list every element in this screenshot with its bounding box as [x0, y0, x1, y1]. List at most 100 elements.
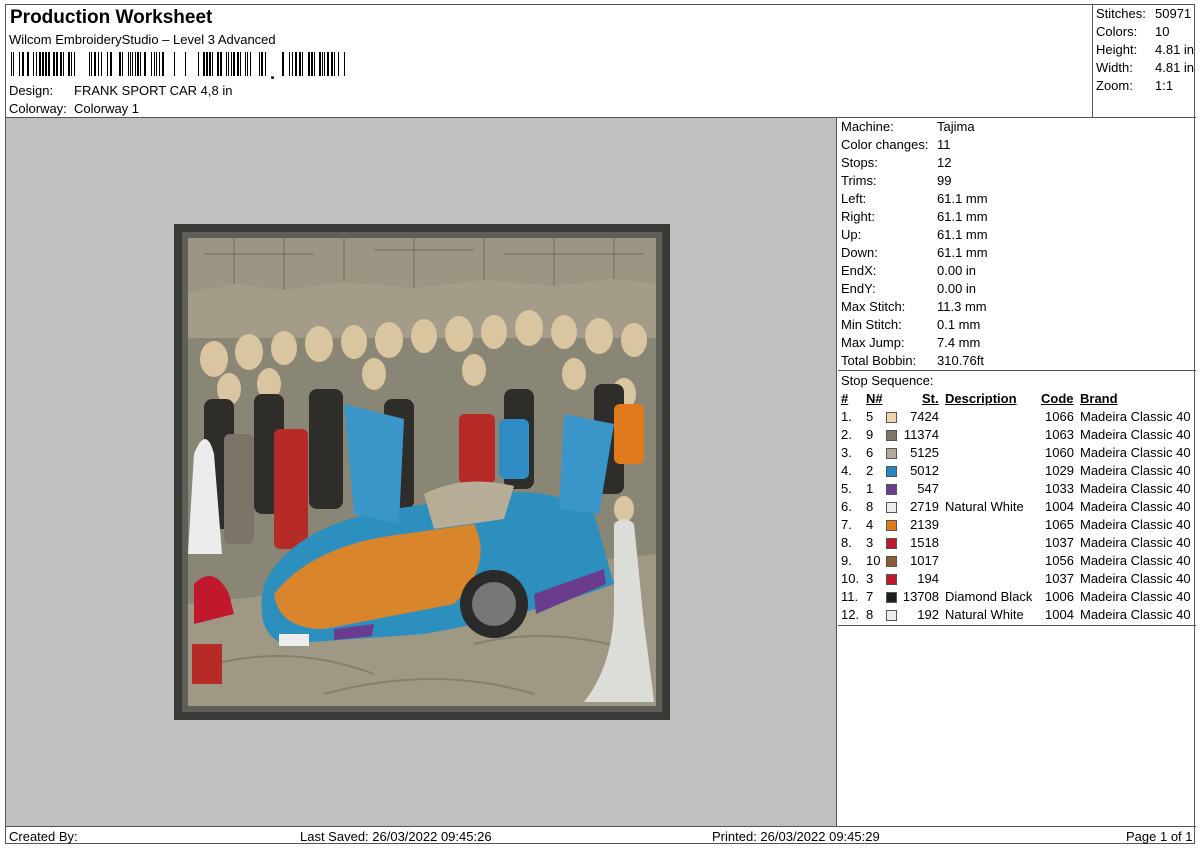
design-preview — [6, 118, 837, 826]
row-description: Natural White — [945, 499, 1024, 514]
row-stitches: 7424 — [910, 409, 939, 424]
color-swatch — [886, 484, 897, 495]
detail-up: Up: 61.1 mm — [841, 227, 988, 242]
row-needle: 3 — [866, 535, 874, 550]
table-row: 1. 5 7424 1066 Madeira Classic 40 — [838, 409, 1196, 427]
row-stitches: 5012 — [910, 463, 939, 478]
col-header-needle: N# — [866, 391, 883, 406]
detail-stops: Stops: 12 — [841, 155, 952, 170]
row-index: 10. — [841, 571, 860, 586]
row-index: 6. — [841, 499, 852, 514]
table-row: 10. 3 194 1037 Madeira Classic 40 — [838, 571, 1196, 589]
summary-stitches: Stitches: 50971 — [1096, 6, 1192, 21]
row-code: 1037 — [1045, 571, 1074, 586]
color-swatch — [886, 502, 897, 513]
page-number: Page 1 of 1 — [1126, 829, 1193, 844]
row-brand: Madeira Classic 40 — [1080, 427, 1191, 442]
printed-date: Printed: 26/03/2022 09:45:29 — [712, 829, 880, 844]
table-row: 6. 8 2719 Natural White 1004 Madeira Classic … — [838, 499, 1196, 517]
summary-height: Height: 4.81 in — [1096, 42, 1195, 57]
row-needle: 1 — [866, 481, 874, 496]
color-swatch — [886, 466, 897, 477]
row-brand: Madeira Classic 40 — [1080, 409, 1191, 424]
row-index: 5. — [841, 481, 852, 496]
detail-max-stitch: Max Stitch: 11.3 mm — [841, 299, 987, 314]
row-stitches: 194 — [917, 571, 939, 586]
col-header-brand: Brand — [1080, 391, 1118, 406]
row-index: 8. — [841, 535, 852, 550]
row-stitches: 547 — [917, 481, 939, 496]
detail-endx: EndX: 0.00 in — [841, 263, 977, 278]
design-label: Design: — [9, 83, 54, 98]
row-stitches: 1518 — [910, 535, 939, 550]
col-header-index: # — [841, 391, 849, 406]
row-needle: 8 — [866, 607, 874, 622]
row-code: 1063 — [1045, 427, 1074, 442]
row-stitches: 2139 — [910, 517, 939, 532]
detail-down: Down: 61.1 mm — [841, 245, 988, 260]
created-by: Created By: — [9, 829, 78, 844]
stop-sequence-title: Stop Sequence: — [841, 373, 934, 388]
row-stitches: 2719 — [910, 499, 939, 514]
row-needle: 8 — [866, 499, 874, 514]
stop-sequence-table: Stop Sequence: # N# St. Description Code… — [838, 370, 1196, 626]
summary-width: Width: 4.81 in — [1096, 60, 1195, 75]
row-code: 1066 — [1045, 409, 1074, 424]
row-needle: 5 — [866, 409, 874, 424]
row-code: 1060 — [1045, 445, 1074, 460]
row-needle: 10 — [866, 553, 881, 568]
row-index: 2. — [841, 427, 852, 442]
color-swatch — [886, 448, 897, 459]
detail-machine: Machine: Tajima — [841, 119, 975, 134]
row-brand: Madeira Classic 40 — [1080, 499, 1191, 514]
table-row: 7. 4 2139 1065 Madeira Classic 40 — [838, 517, 1196, 535]
barcode: , — [11, 52, 345, 79]
detail-max-jump: Max Jump: 7.4 mm — [841, 335, 981, 350]
col-header-stitches: St. — [922, 391, 939, 406]
software-name: Wilcom EmbroideryStudio – Level 3 Advanc… — [9, 32, 276, 47]
color-swatch — [886, 412, 897, 423]
row-description: Natural White — [945, 607, 1024, 622]
row-description: Diamond Black — [945, 589, 1033, 604]
detail-right: Right: 61.1 mm — [841, 209, 988, 224]
worksheet-header: Production Worksheet Wilcom EmbroiderySt… — [6, 5, 1092, 118]
table-row: 12. 8 192 Natural White 1004 Madeira Classic … — [838, 607, 1196, 625]
table-row: 4. 2 5012 1029 Madeira Classic 40 — [838, 463, 1196, 481]
row-stitches: 13708 — [902, 589, 939, 604]
col-header-description: Description — [945, 391, 1017, 406]
page-title: Production Worksheet — [10, 7, 213, 28]
svg-text:,: , — [270, 63, 275, 79]
summary-panel: Stitches: 50971 Colors: 10 Height: 4.81 in … — [1092, 5, 1196, 118]
row-code: 1006 — [1045, 589, 1074, 604]
color-swatch — [886, 430, 897, 441]
embroidery-design-image — [174, 224, 670, 720]
machine-details-panel: Machine: Tajima Color changes: 11 Stops: 12… — [838, 118, 1196, 826]
row-code: 1056 — [1045, 553, 1074, 568]
row-brand: Madeira Classic 40 — [1080, 553, 1191, 568]
row-brand: Madeira Classic 40 — [1080, 571, 1191, 586]
color-swatch — [886, 520, 897, 531]
table-row: 8. 3 1518 1037 Madeira Classic 40 — [838, 535, 1196, 553]
row-brand: Madeira Classic 40 — [1080, 463, 1191, 478]
row-brand: Madeira Classic 40 — [1080, 445, 1191, 460]
detail-min-stitch: Min Stitch: 0.1 mm — [841, 317, 981, 332]
row-brand: Madeira Classic 40 — [1080, 535, 1191, 550]
summary-colors: Colors: 10 — [1096, 24, 1170, 39]
row-needle: 9 — [866, 427, 874, 442]
row-stitches: 192 — [917, 607, 939, 622]
row-brand: Madeira Classic 40 — [1080, 517, 1191, 532]
color-swatch — [886, 592, 897, 603]
detail-total-bobbin: Total Bobbin: 310.76ft — [841, 353, 984, 368]
table-row: 9. 10 1017 1056 Madeira Classic 40 — [838, 553, 1196, 571]
color-swatch — [886, 538, 897, 549]
worksheet-frame: Production Worksheet Wilcom EmbroiderySt… — [5, 4, 1196, 844]
row-needle: 6 — [866, 445, 874, 460]
colorway-name: Colorway 1 — [74, 101, 140, 116]
row-brand: Madeira Classic 40 — [1080, 589, 1191, 604]
row-index: 1. — [841, 409, 852, 424]
row-index: 4. — [841, 463, 852, 478]
row-index: 11. — [841, 589, 859, 604]
row-stitches: 1017 — [910, 553, 939, 568]
row-code: 1004 — [1045, 499, 1074, 514]
table-row: 5. 1 547 1033 Madeira Classic 40 — [838, 481, 1196, 499]
